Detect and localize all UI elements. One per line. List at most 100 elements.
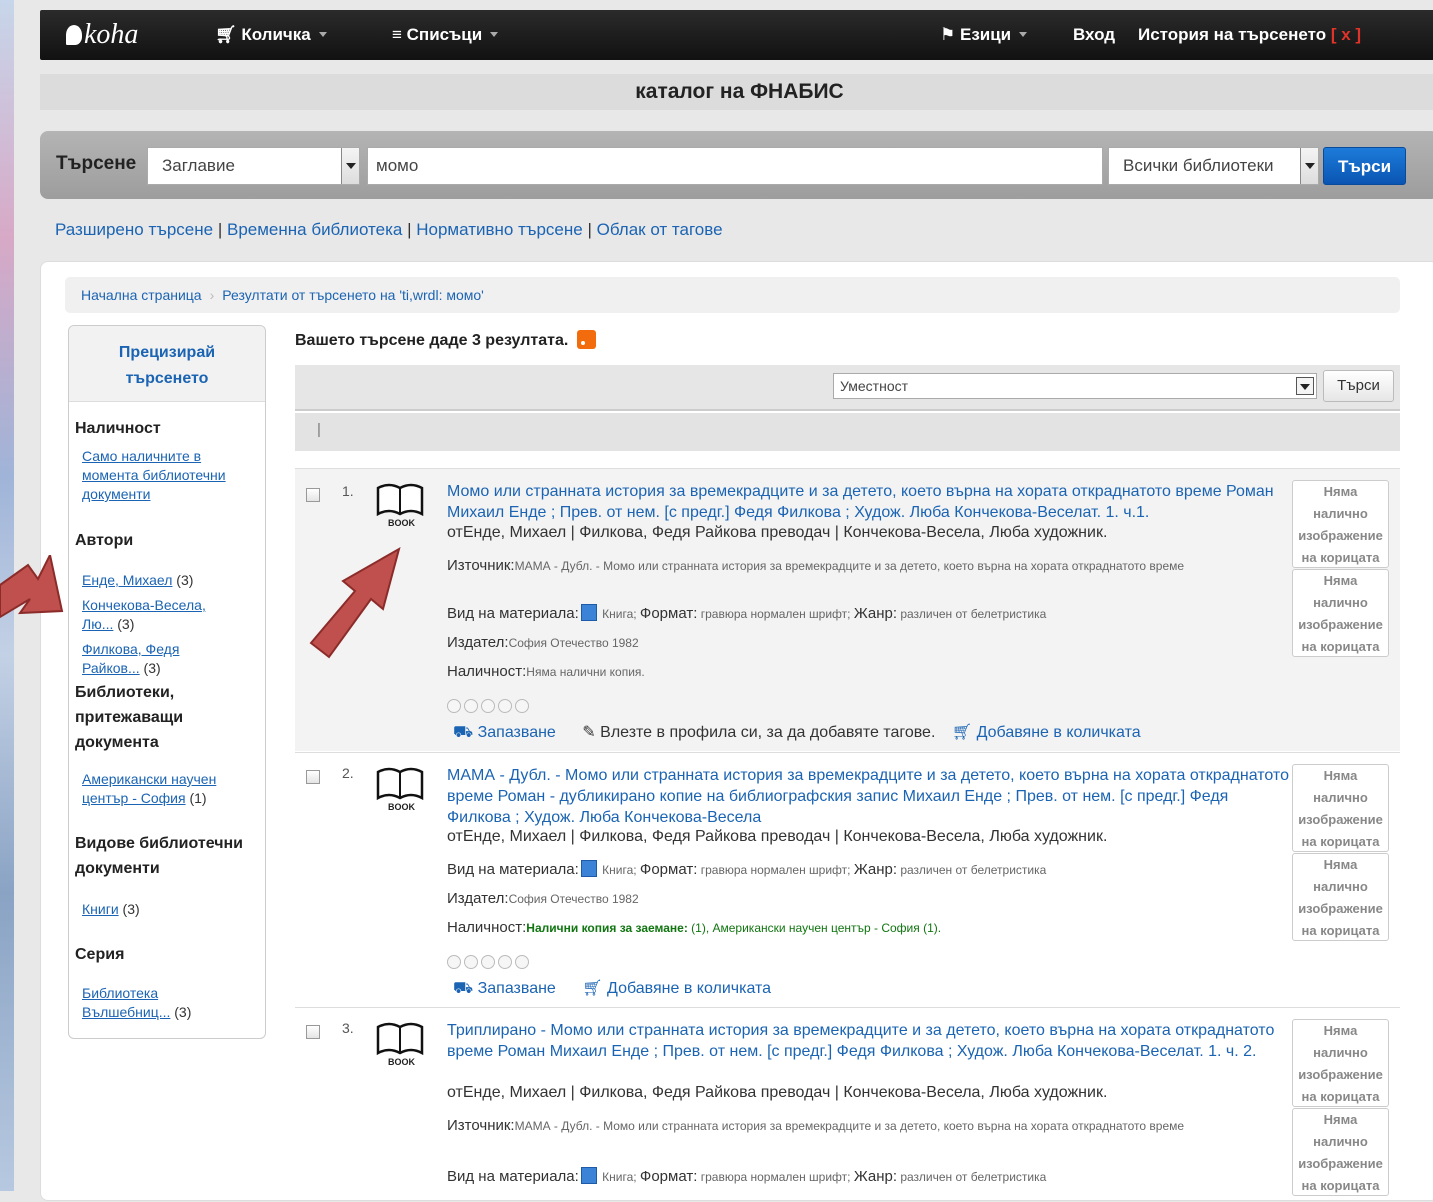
reserve-link[interactable]: ⛟ Запазване	[453, 980, 556, 997]
add-to-cart-link[interactable]: 🛒︎ Добавяне в количката	[582, 980, 771, 997]
facet-series-item: Библиотека Вълшебниц... (3)	[82, 984, 212, 1022]
result-title-link[interactable]: Момо или странната история за времекрадц…	[447, 481, 1292, 523]
publisher-value: София Отечество 1982	[508, 636, 639, 650]
star-icon[interactable]	[464, 955, 478, 969]
temp-library-link[interactable]: Временна библиотека	[227, 220, 402, 239]
search-type-select[interactable]: Заглавие	[147, 147, 360, 185]
format-label: Формат:	[639, 861, 698, 878]
no-cover-text: Няма	[1323, 484, 1358, 499]
sort-bar: Уместност Търси	[295, 365, 1400, 411]
genre-label: Жанр:	[853, 1168, 897, 1185]
facet-author-link[interactable]: Филкова, Федя Райков...	[82, 641, 179, 676]
source-value: МАМА - Дубл. - Момо или странната истори…	[514, 1119, 1185, 1133]
no-cover-text: на корицата	[1301, 639, 1380, 654]
result-material: Вид на материала: Книга; Формат: гравюра…	[447, 1167, 1047, 1185]
book-label: BOOK	[388, 518, 415, 528]
tag-cloud-link[interactable]: Облак от тагове	[597, 220, 723, 239]
result-number: 1.	[342, 483, 354, 499]
result-actions: ⛟ Запазване ✎ Влезте в профила си, за да…	[453, 722, 1141, 743]
clear-history-button[interactable]: x	[1341, 25, 1350, 44]
star-icon[interactable]	[515, 955, 529, 969]
publisher-label: Издател:	[447, 890, 509, 907]
login-link[interactable]: Вход	[1073, 10, 1115, 60]
book-icon: BOOK	[375, 480, 425, 528]
facet-itemtypes-title: Видове библиотечни документи	[75, 835, 243, 877]
library-value: Всички библиотеки	[1123, 156, 1274, 175]
availability-available: Налични копия за заемане:	[526, 921, 688, 935]
koha-logo[interactable]: koha	[66, 10, 138, 60]
no-cover-text: изображение	[1298, 901, 1383, 916]
advanced-search-link[interactable]: Разширено търсене	[55, 220, 213, 239]
top-navbar: koha 🛒︎ Количка ≡ Списъци ⚑ Езици Вход И…	[40, 10, 1433, 60]
refine-search-heading: Прецизирай търсенето	[69, 326, 265, 402]
rss-icon[interactable]	[576, 330, 596, 349]
search-input[interactable]: момо	[367, 147, 1103, 185]
star-rating[interactable]	[447, 699, 532, 717]
no-cover-text: Няма	[1323, 857, 1358, 872]
result-title-link[interactable]: Триплирано - Момо или странната история …	[447, 1020, 1292, 1062]
star-icon[interactable]	[498, 955, 512, 969]
star-icon[interactable]	[447, 955, 461, 969]
star-rating[interactable]	[447, 955, 532, 973]
no-cover-placeholder: Няма налично изображение на корицата	[1292, 480, 1389, 568]
dropdown-arrow-icon	[1296, 377, 1314, 395]
no-cover-text: изображение	[1298, 1156, 1383, 1171]
star-icon[interactable]	[498, 699, 512, 713]
reserve-icon: ⛟	[453, 724, 474, 741]
chevron-down-icon	[318, 32, 327, 37]
facet-itemtype-link[interactable]: Книги	[82, 901, 119, 917]
result-row: 2. BOOK МАМА - Дубл. - Момо или страннат…	[295, 752, 1400, 1006]
genre-value: различен от белетристика	[900, 863, 1047, 877]
star-icon[interactable]	[481, 955, 495, 969]
search-history-link[interactable]: История на търсенето [ x ]	[1138, 10, 1361, 60]
format-value: гравюра нормален шрифт	[700, 1170, 848, 1184]
facet-count: (3)	[176, 572, 194, 588]
result-number: 3.	[342, 1020, 354, 1036]
reserve-link[interactable]: ⛟ Запазване	[453, 724, 556, 741]
facet-availability-title: Наличност	[75, 420, 161, 437]
availability-label: Наличност:	[447, 663, 527, 680]
no-cover-text: изображение	[1298, 617, 1383, 632]
facet-author-link[interactable]: Кончекова-Весела, Лю...	[82, 597, 206, 632]
breadcrumb: Начална страница › Резултати от търсенето …	[65, 277, 1400, 313]
book-type-icon	[580, 604, 597, 621]
breadcrumb-home[interactable]: Начална страница	[81, 287, 202, 303]
tag-icon: ✎	[582, 724, 596, 741]
languages-menu[interactable]: ⚑ Езици	[940, 10, 1028, 60]
refine-search-sidebar: Прецизирай търсенето Наличност Само налич…	[68, 325, 266, 1039]
facet-series-link[interactable]: Библиотека Вълшебниц...	[82, 985, 170, 1020]
no-cover-text: Няма	[1323, 768, 1358, 783]
facet-author-link[interactable]: Енде, Михаел	[82, 572, 172, 588]
result-title-link[interactable]: МАМА - Дубл. - Момо или странната истори…	[447, 765, 1292, 828]
cart-icon: 🛒︎	[951, 724, 973, 741]
facet-count: (1)	[189, 790, 207, 806]
star-icon[interactable]	[464, 699, 478, 713]
publisher-label: Издател:	[447, 634, 509, 651]
star-icon[interactable]	[447, 699, 461, 713]
lists-menu[interactable]: ≡ Списъци	[392, 10, 499, 60]
search-bar: Търсене Заглавие момо Всички библиотеки …	[40, 131, 1433, 199]
library-select[interactable]: Всички библиотеки	[1108, 147, 1319, 185]
search-button[interactable]: Търси	[1323, 147, 1406, 185]
add-to-cart-link[interactable]: 🛒︎ Добавяне в количката	[952, 724, 1141, 741]
sort-button[interactable]: Търси	[1323, 370, 1394, 402]
lists-label: Списъци	[406, 25, 483, 44]
genre-value: различен от белетристика	[900, 607, 1047, 621]
no-cover-text: налично	[1313, 506, 1368, 521]
facet-series-title: Серия	[75, 946, 125, 963]
select-checkbox[interactable]	[306, 770, 320, 784]
breadcrumb-current[interactable]: Резултати от търсенето на 'ti,wrdl: момо…	[222, 287, 484, 303]
select-checkbox[interactable]	[306, 1025, 320, 1039]
authority-search-link[interactable]: Нормативно търсене	[416, 220, 583, 239]
result-publisher: Издател:София Отечество 1982	[447, 632, 1277, 654]
select-checkbox[interactable]	[306, 488, 320, 502]
languages-label: Езици	[959, 25, 1012, 44]
reserve-icon: ⛟	[453, 980, 474, 997]
star-icon[interactable]	[515, 699, 529, 713]
login-tags-text: Влезте в профила си, за да добавяте таго…	[600, 724, 936, 741]
cart-menu[interactable]: 🛒︎ Количка	[215, 10, 327, 60]
facet-availability-link[interactable]: Само наличните в момента библиотечни док…	[82, 448, 226, 502]
sort-select[interactable]: Уместност	[833, 373, 1317, 399]
no-cover-text: налично	[1313, 879, 1368, 894]
star-icon[interactable]	[481, 699, 495, 713]
